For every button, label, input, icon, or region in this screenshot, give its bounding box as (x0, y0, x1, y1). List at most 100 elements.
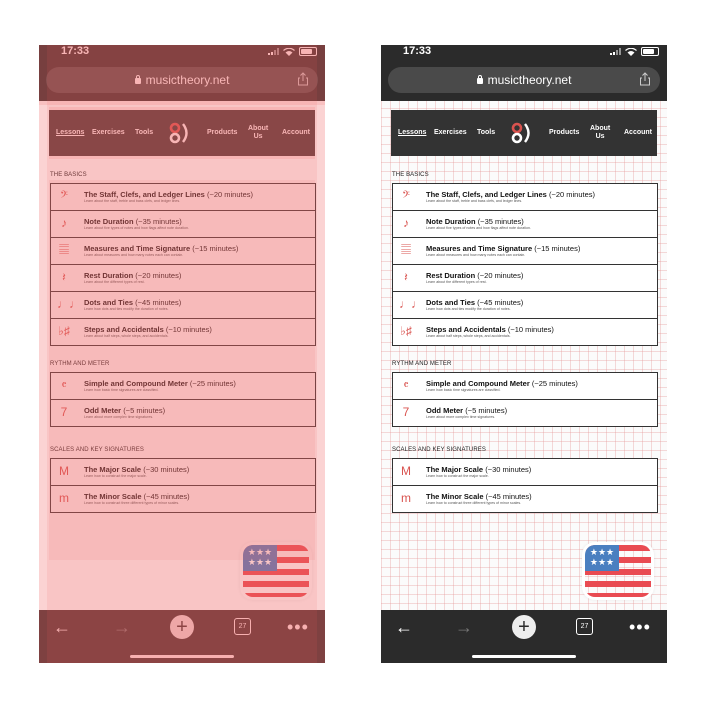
measure-icon: 𝄚 (401, 243, 411, 257)
share-icon[interactable] (638, 72, 652, 86)
back-arrow-icon[interactable]: ← (395, 618, 413, 636)
lesson-row[interactable]: ♪ Note Duration (~35 minutes) Learn about … (393, 211, 657, 238)
lesson-row[interactable]: m The Minor Scale (~45 minutes) Learn how … (393, 486, 657, 512)
nav-products[interactable]: Products (207, 110, 237, 156)
forward-arrow-icon[interactable]: → (455, 618, 473, 636)
lesson-list: M The Major Scale (~30 minutes) Learn how … (50, 458, 316, 513)
nav-account[interactable]: Account (282, 110, 310, 156)
lesson-row[interactable]: ♭♯ Steps and Accidentals (~10 minutes) Lea… (393, 319, 657, 345)
lesson-row[interactable]: ♪ Note Duration (~35 minutes) Learn about … (51, 211, 315, 238)
status-time: 17:33 (61, 45, 90, 57)
lesson-row[interactable]: M The Major Scale (~30 minutes) Learn how … (51, 459, 315, 486)
lesson-description: Learn about the staff, treble and bass c… (426, 199, 523, 203)
lesson-description: Learn about the different types of rest. (426, 280, 487, 284)
lesson-row[interactable]: 𝄽 Rest Duration (~20 minutes) Learn about … (393, 265, 657, 292)
forward-arrow-icon[interactable]: → (113, 618, 131, 636)
lesson-row[interactable]: 𝄚 Measures and Time Signature (~15 minute… (51, 238, 315, 265)
nav-account[interactable]: Account (624, 110, 652, 156)
lesson-row[interactable]: ♭♯ Steps and Accidentals (~10 minutes) Lea… (51, 319, 315, 345)
new-tab-plus-icon[interactable]: + (170, 615, 194, 639)
time-signature-icon: 𝄴 (61, 378, 67, 392)
lesson-description: Learn about half steps, whole steps, and… (84, 334, 169, 338)
back-arrow-icon[interactable]: ← (53, 618, 71, 636)
lesson-description: Learn how dots and ties modify the durat… (426, 307, 511, 311)
logo[interactable] (509, 110, 535, 156)
url-text: musictheory.net (487, 73, 572, 87)
eighth-note-icon: ♪ (403, 216, 409, 230)
logo[interactable] (167, 110, 193, 156)
tab-count-button[interactable]: 27 (576, 618, 593, 635)
lesson-row[interactable]: 7 Odd Meter (~5 minutes) Learn about more … (51, 400, 315, 426)
new-tab-plus-icon[interactable]: + (512, 615, 536, 639)
nav-lessons[interactable]: Lessons (56, 110, 84, 156)
section-title: THE BASICS (50, 172, 87, 178)
lesson-description: Learn about five types of notes and how … (426, 226, 532, 230)
stars-icon: ★★★ ★★★ (243, 545, 277, 571)
lesson-row[interactable]: 7 Odd Meter (~5 minutes) Learn about more … (393, 400, 657, 426)
lesson-title: Measures and Time Signature (~15 minutes… (426, 244, 581, 253)
lesson-row[interactable]: 𝄽 Rest Duration (~20 minutes) Learn about … (51, 265, 315, 292)
lesson-description: Learn about the staff, treble and bass c… (84, 199, 181, 203)
lesson-title: Rest Duration (~20 minutes) (426, 271, 524, 280)
nav-exercises[interactable]: Exercises (434, 110, 467, 156)
rest-icon: 𝄽 (404, 270, 408, 284)
site-header: Lessons Exercises Tools Products About U… (49, 110, 315, 156)
address-bar[interactable]: musictheory.net (388, 67, 660, 93)
section-title: SCALES AND KEY SIGNATURES (392, 447, 486, 453)
accidentals-icon: ♭♯ (400, 324, 412, 338)
lesson-title: The Staff, Clefs, and Ledger Lines (~20 … (426, 190, 596, 199)
lesson-description: Learn how to construct the major scale. (426, 474, 489, 478)
lesson-title: Odd Meter (~5 minutes) (426, 406, 508, 415)
major-scale-icon: M (59, 464, 69, 478)
nav-tools[interactable]: Tools (135, 110, 153, 156)
minor-scale-icon: m (401, 491, 411, 505)
lesson-title: Steps and Accidentals (~10 minutes) (84, 325, 212, 334)
lesson-row[interactable]: 𝄚 Measures and Time Signature (~15 minute… (393, 238, 657, 265)
lesson-list: 𝄴 Simple and Compound Meter (~25 minutes)… (50, 372, 316, 427)
nav-exercises[interactable]: Exercises (92, 110, 125, 156)
lock-icon (134, 75, 141, 84)
minor-scale-icon: m (59, 491, 69, 505)
odd-meter-icon: 7 (60, 405, 68, 419)
lesson-row[interactable]: 𝄴 Simple and Compound Meter (~25 minutes)… (51, 373, 315, 400)
more-menu-icon[interactable]: ••• (287, 618, 309, 636)
more-menu-icon[interactable]: ••• (629, 618, 651, 636)
wifi-icon (283, 47, 295, 56)
lesson-list: 𝄢 The Staff, Clefs, and Ledger Lines (~20… (50, 183, 316, 346)
lesson-description: Learn about the different types of rest. (84, 280, 145, 284)
nav-about[interactable]: About Us (590, 110, 610, 156)
lesson-title: Steps and Accidentals (~10 minutes) (426, 325, 554, 334)
lesson-title: The Minor Scale (~45 minutes) (426, 492, 532, 501)
nav-products[interactable]: Products (549, 110, 579, 156)
lesson-title: Note Duration (~35 minutes) (426, 217, 524, 226)
lesson-title: Note Duration (~35 minutes) (84, 217, 182, 226)
time-signature-icon: 𝄴 (403, 378, 409, 392)
lesson-row[interactable]: 𝄴 Simple and Compound Meter (~25 minutes)… (393, 373, 657, 400)
tied-notes-icon: ♩♩ (399, 297, 423, 311)
us-flag-icon[interactable]: ★★★ ★★★ (585, 545, 651, 597)
lesson-row[interactable]: M The Major Scale (~30 minutes) Learn how … (393, 459, 657, 486)
address-bar[interactable]: musictheory.net (46, 67, 318, 93)
us-flag-icon[interactable]: ★★★ ★★★ (243, 545, 309, 597)
lesson-description: Learn about more complex time signatures… (426, 415, 496, 419)
lesson-description: Learn about more complex time signatures… (84, 415, 154, 419)
nav-lessons[interactable]: Lessons (398, 110, 426, 156)
tab-count-button[interactable]: 27 (234, 618, 251, 635)
cellular-signal-icon (268, 48, 279, 55)
nav-about[interactable]: About Us (248, 110, 268, 156)
share-icon[interactable] (296, 72, 310, 86)
lesson-row[interactable]: m The Minor Scale (~45 minutes) Learn how … (51, 486, 315, 512)
lesson-title: Rest Duration (~20 minutes) (84, 271, 182, 280)
lesson-row[interactable]: 𝄢 The Staff, Clefs, and Ledger Lines (~20… (51, 184, 315, 211)
nav-tools[interactable]: Tools (477, 110, 495, 156)
browser-top-bar: 17:33 musictheory.net (381, 45, 667, 101)
eighth-note-icon: ♪ (61, 216, 67, 230)
lesson-title: The Major Scale (~30 minutes) (84, 465, 190, 474)
browser-bottom-toolbar: ← → + 27 ••• (39, 610, 325, 663)
status-icons (610, 47, 659, 56)
lesson-row[interactable]: ♩♩ Dots and Ties (~45 minutes) Learn how d… (393, 292, 657, 319)
lesson-description: Learn how to construct three different t… (84, 501, 180, 505)
lesson-row[interactable]: ♩♩ Dots and Ties (~45 minutes) Learn how d… (51, 292, 315, 319)
lesson-row[interactable]: 𝄢 The Staff, Clefs, and Ledger Lines (~20… (393, 184, 657, 211)
odd-meter-icon: 7 (402, 405, 410, 419)
